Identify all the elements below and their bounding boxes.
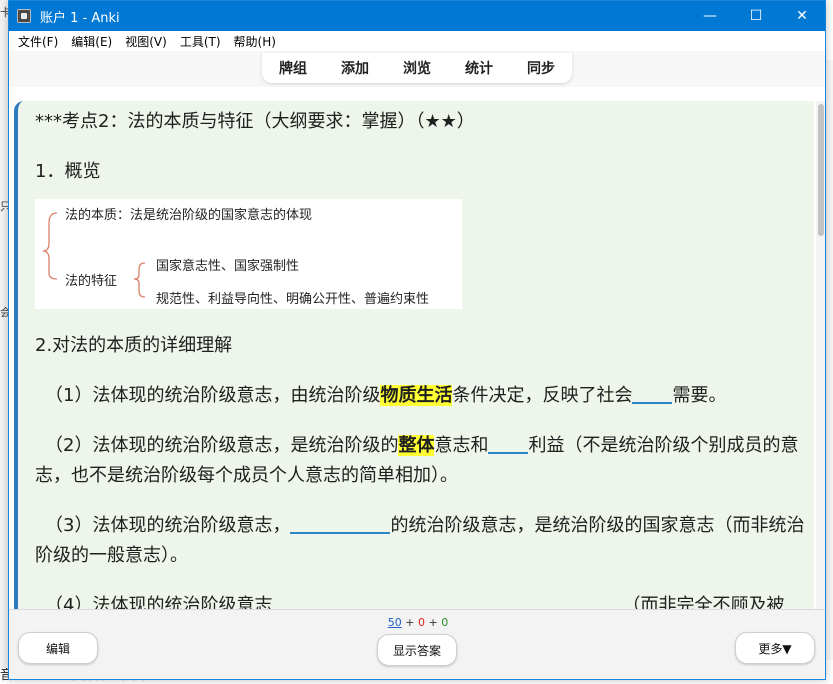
scrollbar-thumb[interactable] xyxy=(818,104,824,236)
edit-button[interactable]: 编辑 xyxy=(18,632,98,664)
diagram-feature2: 规范性、利益导向性、明确公开性、普遍约束性 xyxy=(156,292,430,307)
menu-help[interactable]: 帮助(H) xyxy=(234,33,276,50)
maximize-button[interactable]: ☐ xyxy=(733,1,779,31)
paragraph-1: （1）法体现的统治阶级意志，由统治阶级物质生活条件决定，反映了社会 需要。 xyxy=(35,381,810,411)
learn-count: 0 xyxy=(418,616,425,629)
new-count[interactable]: 50 xyxy=(388,616,402,629)
p2-text: （2）法体现的统治阶级意志，是统治阶级的 xyxy=(45,435,399,456)
count-separator: + xyxy=(428,616,438,629)
p3-text: （3）法体现的统治阶级意志， xyxy=(45,515,291,536)
paragraph-3: （3）法体现的统治阶级意志， 的统治阶级意志，是统治阶级的国家意志（而非统治阶级的… xyxy=(35,511,810,571)
anki-window: 账户 1 - Anki — ☐ ✕ 文件(F) 编辑(E) 视图(V) 工具(T… xyxy=(8,0,826,680)
card-heading: ***考点2：法的本质与特征（大纲要求：掌握）（★★） xyxy=(35,111,475,132)
more-button[interactable]: 更多▼ xyxy=(735,632,815,664)
show-answer-button[interactable]: 显示答案 xyxy=(377,634,457,666)
diagram-feature1: 国家意志性、国家强制性 xyxy=(156,259,300,274)
main-toolbar: 牌组 添加 浏览 统计 同步 xyxy=(262,53,572,83)
review-count: 0 xyxy=(441,616,449,629)
toolbar-sync-button[interactable]: 同步 xyxy=(521,56,561,80)
section-overview-title: 1．概览 xyxy=(35,161,101,182)
p1-text: （1）法体现的统治阶级意志，由统治阶级 xyxy=(45,385,381,406)
highlight-text: 物质生活 xyxy=(380,385,453,406)
p1-text: 条件决定，反映了社会 xyxy=(452,385,633,406)
toolbar-add-button[interactable]: 添加 xyxy=(335,56,375,80)
title-bar[interactable]: 账户 1 - Anki — ☐ ✕ xyxy=(9,1,825,31)
overview-diagram: 法的本质：法是统治阶级的国家意志的体现 法的特征 国家意志性、国家强制性 规范性… xyxy=(35,199,462,309)
menu-view[interactable]: 视图(V) xyxy=(125,33,167,50)
paragraph-4: （4）法体现的统治阶级意志 （而非完全不顾及被 xyxy=(35,591,810,609)
cloze-blank xyxy=(488,436,529,454)
count-separator: + xyxy=(405,616,415,629)
menu-file[interactable]: 文件(F) xyxy=(18,33,58,50)
toolbar-area: 牌组 添加 浏览 统计 同步 xyxy=(9,51,825,87)
due-counts: 50 + 0 + 0 xyxy=(9,616,825,629)
close-button[interactable]: ✕ xyxy=(779,1,825,31)
toolbar-decks-button[interactable]: 牌组 xyxy=(273,56,313,80)
menu-tools[interactable]: 工具(T) xyxy=(180,33,221,50)
p2-text: 意志和 xyxy=(434,435,489,456)
menu-bar: 文件(F) 编辑(E) 视图(V) 工具(T) 帮助(H) xyxy=(9,31,825,51)
diagram-essence: 法的本质：法是统治阶级的国家意志的体现 xyxy=(65,208,313,223)
menu-edit[interactable]: 编辑(E) xyxy=(71,33,112,50)
highlight-text: 整体 xyxy=(398,435,435,456)
cloze-blank xyxy=(632,386,673,404)
p4-text: （而非完全不顾及被 xyxy=(622,595,785,609)
card-content: ***考点2：法的本质与特征（大纲要求：掌握）（★★） 1．概览 法的本质：法是… xyxy=(18,101,814,609)
anki-app-icon xyxy=(17,9,31,23)
section-essence-title: 2.对法的本质的详细理解 xyxy=(35,335,233,356)
toolbar-stats-button[interactable]: 统计 xyxy=(459,56,499,80)
card-view: ***考点2：法的本质与特征（大纲要求：掌握）（★★） 1．概览 法的本质：法是… xyxy=(14,101,814,609)
p4-text: （4）法体现的统治阶级意志 xyxy=(45,595,273,609)
toolbar-browse-button[interactable]: 浏览 xyxy=(397,56,437,80)
diagram-features: 法的特征 xyxy=(65,274,118,289)
background-window-edge-right xyxy=(825,60,833,660)
window-title: 账户 1 - Anki xyxy=(40,10,120,26)
paragraph-2: （2）法体现的统治阶级意志，是统治阶级的整体意志和 利益（不是统治阶级个别成员的意… xyxy=(35,431,810,491)
bottom-bar: 50 + 0 + 0 编辑 显示答案 更多▼ xyxy=(9,609,825,679)
cloze-blank xyxy=(290,516,391,534)
card-scrollbar[interactable] xyxy=(816,101,825,609)
p1-text: 需要。 xyxy=(672,385,727,406)
minimize-button[interactable]: — xyxy=(687,1,733,31)
window-controls: — ☐ ✕ xyxy=(687,1,825,31)
